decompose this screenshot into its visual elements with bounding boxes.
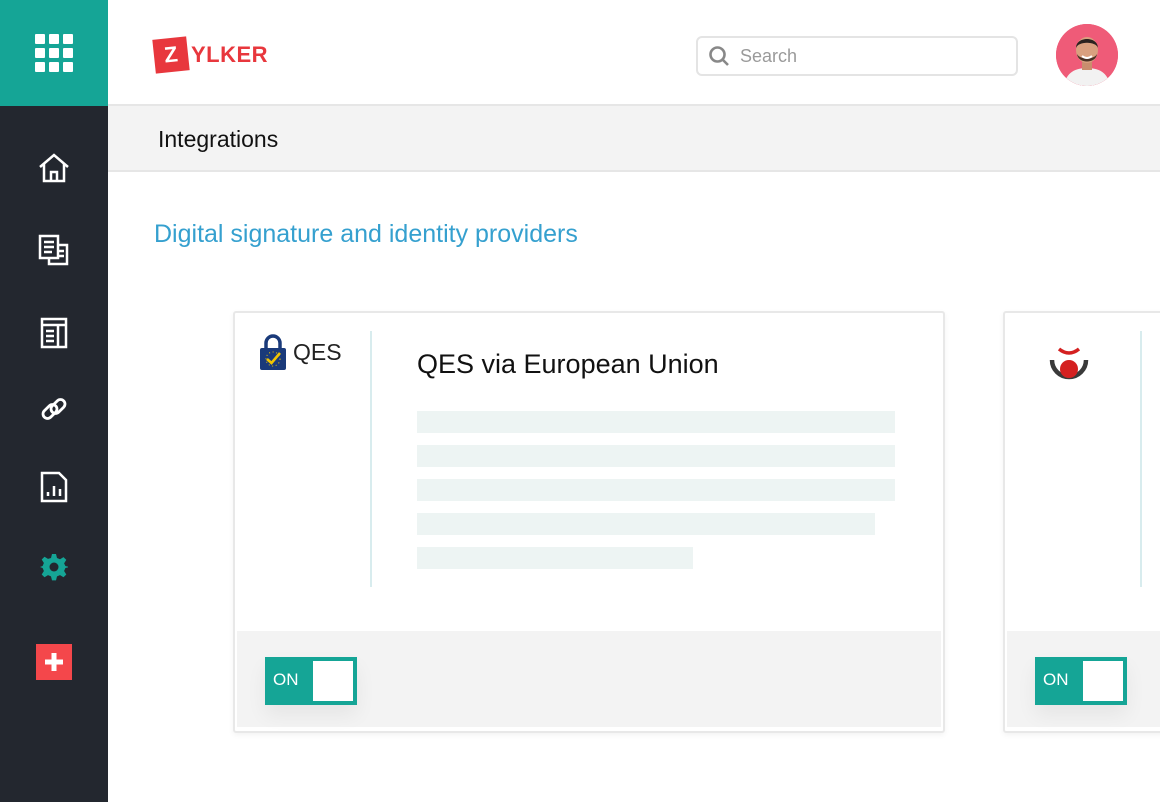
card-title: QES via European Union (417, 349, 719, 379)
toggle-label: ON (273, 670, 299, 689)
toggle-knob (1083, 661, 1123, 701)
logo-mark: Z (152, 36, 190, 74)
sidebar-item-reports[interactable] (0, 462, 108, 512)
link-icon (41, 398, 67, 420)
logo-text: YLKER (191, 42, 269, 67)
provider-logo (1043, 343, 1095, 400)
qes-logo-text: QES (293, 338, 342, 365)
sidebar-item-home[interactable] (0, 143, 108, 193)
qes-logo: QES (259, 333, 342, 371)
app-grid-icon (35, 34, 73, 72)
search-icon (709, 46, 729, 66)
add-button[interactable] (36, 644, 72, 680)
provider-logo-icon (1049, 347, 1089, 380)
section-title: Digital signature and identity providers (154, 220, 578, 248)
description-placeholder-line (417, 479, 895, 501)
zylker-logo[interactable]: Z YLKER (152, 36, 269, 74)
sidebar-item-integrations[interactable] (0, 384, 108, 434)
app-launcher-button[interactable] (0, 0, 108, 106)
avatar-image (1056, 24, 1118, 86)
description-placeholder-line (417, 547, 693, 569)
documents-icon (38, 234, 69, 266)
page-header: Integrations (108, 106, 1160, 172)
card-divider (370, 331, 372, 587)
integration-card-provider-2[interactable]: ON (1003, 311, 1160, 733)
sidebar-item-templates[interactable] (0, 308, 108, 358)
template-icon (40, 317, 68, 349)
plus-icon (45, 653, 63, 671)
sidebar-item-documents[interactable] (0, 225, 108, 275)
user-avatar[interactable] (1056, 24, 1118, 86)
enable-toggle[interactable]: ON (1035, 657, 1127, 705)
enable-toggle[interactable]: ON (265, 657, 357, 705)
home-icon (39, 153, 69, 183)
top-bar: Z YLKER (108, 0, 1160, 106)
card-divider (1140, 331, 1142, 587)
eu-lock-icon (260, 334, 286, 370)
sidebar-item-settings[interactable] (0, 542, 108, 592)
description-placeholder-line (417, 513, 875, 535)
toggle-knob (313, 661, 353, 701)
page-title: Integrations (158, 126, 279, 152)
integration-card-qes[interactable]: QES QES via European Union ON (233, 311, 945, 733)
description-placeholder-line (417, 445, 895, 467)
sidebar (0, 0, 108, 802)
report-icon (40, 471, 68, 503)
search-box[interactable] (696, 36, 1018, 76)
toggle-label: ON (1043, 670, 1069, 689)
search-input[interactable] (740, 45, 1000, 67)
gear-icon (40, 554, 68, 581)
description-placeholder-line (417, 411, 895, 433)
